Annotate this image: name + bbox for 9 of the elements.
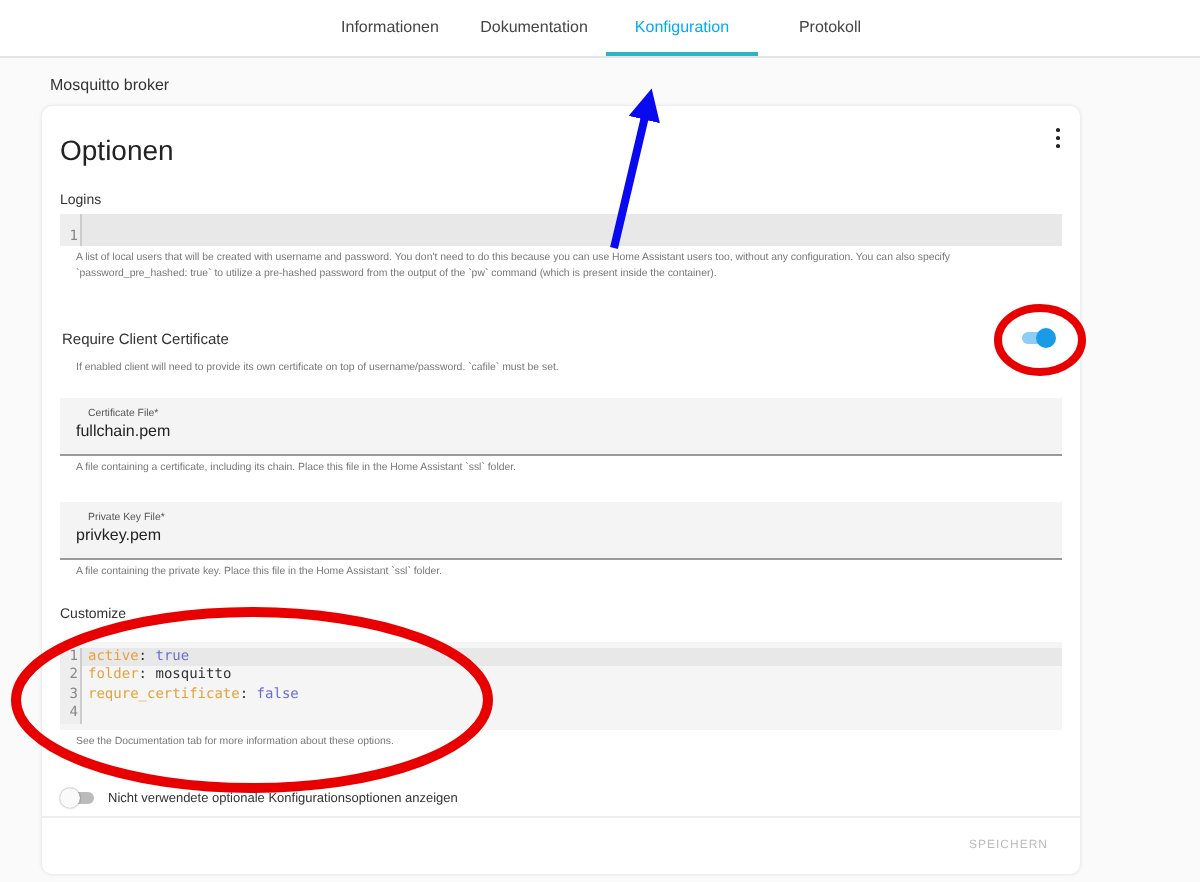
addon-title: Mosquitto broker bbox=[48, 76, 172, 94]
annotation-ellipse bbox=[994, 304, 1086, 376]
toggle-switch[interactable] bbox=[1020, 326, 1056, 351]
tab[interactable]: Dokumentation bbox=[462, 0, 606, 56]
more-menu-icon[interactable] bbox=[1055, 128, 1060, 148]
card-title: Optionen bbox=[60, 134, 174, 170]
toggle-switch[interactable] bbox=[60, 786, 96, 811]
tab[interactable]: Informationen bbox=[318, 0, 462, 56]
tab[interactable]: Protokoll bbox=[758, 0, 902, 56]
